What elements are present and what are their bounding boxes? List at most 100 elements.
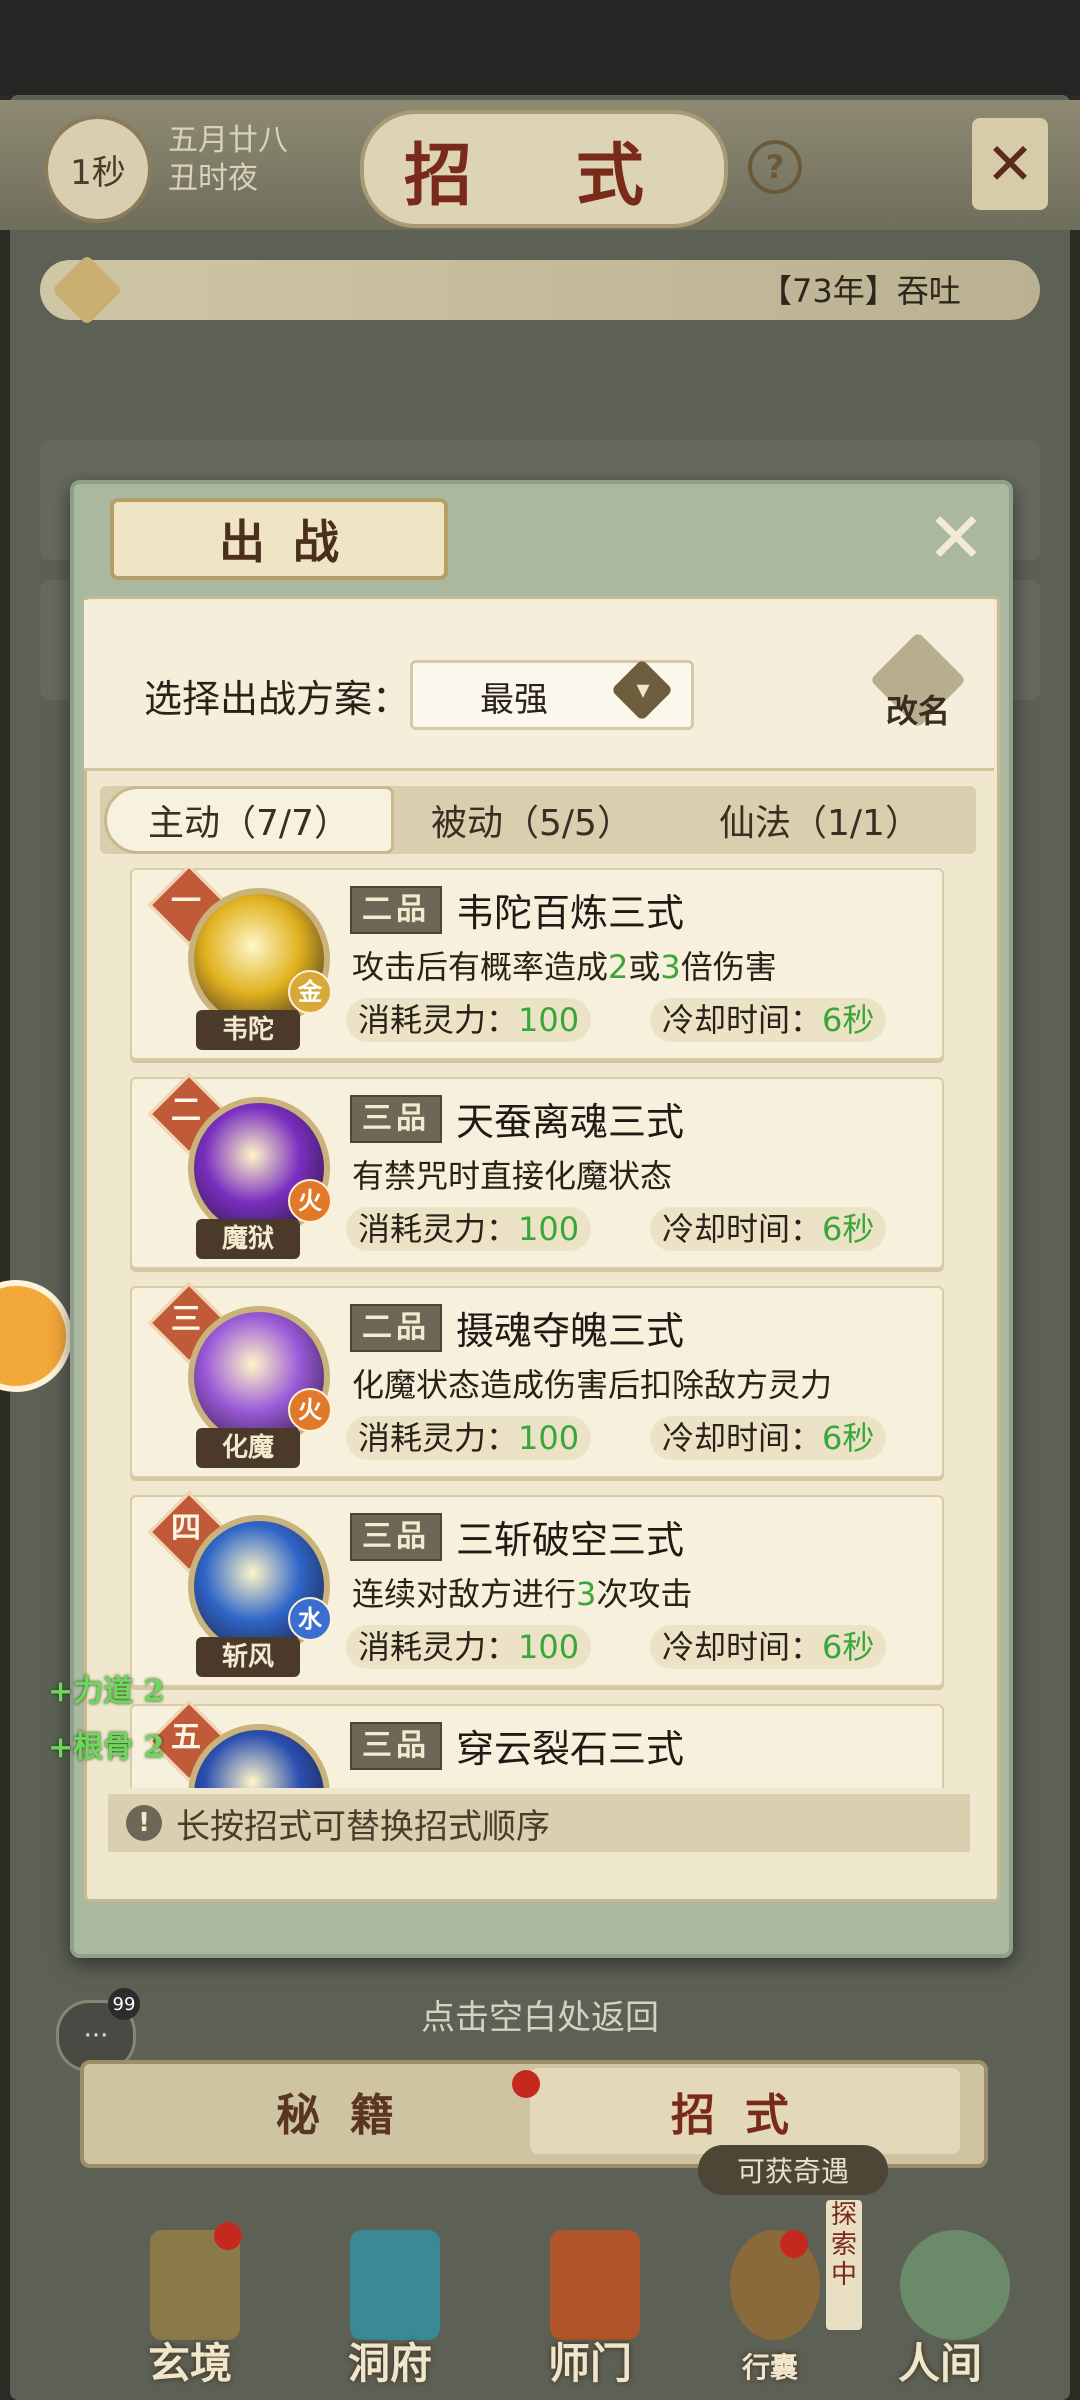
skill-icon-label: 化魔 — [196, 1428, 300, 1468]
hint-text: 长按招式可替换招式顺序 — [176, 1806, 550, 1847]
page-title: 招 式 — [360, 110, 728, 228]
buff-strength: +力道 2 — [48, 1674, 165, 1709]
mana-cost-label: 消耗灵力： — [358, 1628, 519, 1666]
mana-cost-value: 100 — [518, 1001, 580, 1039]
notice-text: 【73年】吞吐 — [760, 272, 961, 310]
description-number: 2 — [608, 948, 629, 986]
nav-item-renjian[interactable]: 人间 — [860, 2210, 1020, 2400]
mana-cost: 消耗灵力：100 — [346, 1207, 592, 1251]
modal-close-button[interactable]: ✕ — [918, 497, 994, 579]
element-badge: 水 — [288, 1597, 332, 1641]
skill-card[interactable]: 二魔狱火三品 天蚕离魂三式 有禁咒时直接化魔状态 消耗灵力：100 冷却时间：6秒 — [130, 1072, 944, 1269]
cooldown: 冷却时间：6秒 — [650, 998, 887, 1042]
cooldown-label: 冷却时间： — [662, 1419, 823, 1457]
status-strip — [0, 0, 1080, 95]
tab-manuals[interactable]: 秘籍 — [135, 2068, 565, 2154]
mana-cost-label: 消耗灵力： — [358, 1419, 519, 1457]
game-date: 五月廿八 丑时夜 — [168, 122, 288, 198]
help-icon[interactable]: ? — [748, 140, 802, 194]
modal-title: 出战 — [110, 498, 448, 580]
skill-description: 攻击后有概率造成2或3倍伤害 — [352, 942, 777, 988]
date-line-2: 丑时夜 — [168, 161, 258, 196]
nav-item-xingnang[interactable]: 行囊 — [690, 2210, 850, 2400]
tab-immortal-arts[interactable]: 仙法（1/1） — [672, 786, 968, 854]
mana-cost-value: 100 — [518, 1210, 580, 1248]
encounter-label: 可获奇遇 — [698, 2145, 888, 2195]
nav-label: 洞府 — [347, 2339, 432, 2388]
tab-techniques[interactable]: 招式 — [530, 2068, 960, 2154]
mana-cost: 消耗灵力：100 — [346, 1416, 592, 1460]
nav-label: 行囊 — [741, 2351, 798, 2384]
description-text: 攻击后有概率造成 — [352, 948, 609, 986]
chevron-down-icon: ▾ — [636, 675, 650, 705]
description-text: 次攻击 — [596, 1575, 693, 1613]
pavilion-icon — [350, 2230, 440, 2340]
skill-name: 天蚕离魂三式 — [456, 1100, 685, 1144]
cooldown-value: 6秒 — [822, 1001, 875, 1039]
tab-active-skills[interactable]: 主动（7/7） — [104, 786, 394, 854]
description-number: 3 — [576, 1575, 597, 1613]
buff-constitution: +根骨 2 — [48, 1730, 165, 1765]
element-badge: 火 — [288, 1179, 332, 1223]
description-text: 倍伤害 — [680, 948, 777, 986]
notification-dot — [780, 2230, 808, 2258]
rename-button[interactable]: 改名 — [872, 640, 964, 732]
skill-icon-label: 魔狱 — [196, 1219, 300, 1259]
plan-selected-value: 最强 — [480, 680, 548, 720]
notification-dot — [512, 2070, 540, 2098]
nav-item-dongfu[interactable]: 洞府 — [310, 2210, 470, 2400]
cooldown: 冷却时间：6秒 — [650, 1207, 887, 1251]
element-badge: 火 — [288, 1388, 332, 1432]
nav-label: 师门 — [547, 2339, 632, 2388]
cooldown: 冷却时间：6秒 — [650, 1625, 887, 1669]
skill-icon-label: 斩风 — [196, 1637, 300, 1677]
mana-cost-label: 消耗灵力： — [358, 1210, 519, 1248]
hint-bar: ! 长按招式可替换招式顺序 — [108, 1794, 970, 1852]
cooldown-label: 冷却时间： — [662, 1210, 823, 1248]
nav-label: 玄境 — [147, 2339, 232, 2388]
plan-label: 选择出战方案： — [144, 677, 411, 721]
nav-item-xuanjing[interactable]: 玄境 — [110, 2210, 270, 2400]
grade-tag: 三品 — [350, 1513, 442, 1561]
close-page-button[interactable]: ✕ — [972, 118, 1048, 210]
grade-tag: 二品 — [350, 886, 442, 934]
skill-name: 韦陀百炼三式 — [456, 891, 685, 935]
description-number: 3 — [660, 948, 681, 986]
skill-description: 连续对敌方进行3次攻击 — [352, 1569, 692, 1615]
cooldown-value: 6秒 — [822, 1210, 875, 1248]
description-text: 或 — [628, 948, 661, 986]
nav-label: 人间 — [897, 2339, 982, 2388]
skill-list: 一韦陀金二品 韦陀百炼三式 攻击后有概率造成2或3倍伤害 消耗灵力：100 冷却时间：6… — [100, 868, 976, 1788]
skill-card[interactable]: 一韦陀金二品 韦陀百炼三式 攻击后有概率造成2或3倍伤害 消耗灵力：100 冷却时间：6… — [130, 868, 944, 1060]
banner-icon — [550, 2230, 640, 2340]
cooldown-label: 冷却时间： — [662, 1001, 823, 1039]
skill-description: 化魔状态造成伤害后扣除敌方灵力 — [352, 1360, 832, 1406]
tab-passive-skills[interactable]: 被动（5/5） — [394, 786, 670, 854]
grade-tag: 二品 — [350, 1304, 442, 1352]
mana-cost-label: 消耗灵力： — [358, 1001, 519, 1039]
info-icon: ! — [126, 1805, 162, 1841]
mana-cost-value: 100 — [518, 1628, 580, 1666]
nav-item-shimen[interactable]: 师门 — [510, 2210, 670, 2400]
world-map-icon — [900, 2230, 1010, 2340]
cooldown-value: 6秒 — [822, 1419, 875, 1457]
mana-cost-value: 100 — [518, 1419, 580, 1457]
mana-cost: 消耗灵力：100 — [346, 1625, 592, 1669]
skill-name: 摄魂夺魄三式 — [456, 1309, 685, 1353]
timer-badge: 1秒 — [44, 115, 152, 223]
skill-card[interactable]: 三化魔火二品 摄魂夺魄三式 化魔状态造成伤害后扣除敌方灵力 消耗灵力：100 冷却时间：… — [130, 1281, 944, 1478]
return-hint[interactable]: 点击空白处返回 — [0, 1990, 1080, 2039]
skill-name: 穿云裂石三式 — [456, 1727, 685, 1771]
date-line-1: 五月廿八 — [168, 123, 288, 158]
notification-dot — [214, 2222, 242, 2250]
skill-card[interactable]: 四斩风水三品 三斩破空三式 连续对敌方进行3次攻击 消耗灵力：100 冷却时间：6秒 — [130, 1490, 944, 1687]
description-text: 连续对敌方进行 — [352, 1575, 577, 1613]
grade-tag: 三品 — [350, 1722, 442, 1770]
cooldown-label: 冷却时间： — [662, 1628, 823, 1666]
skill-name: 三斩破空三式 — [456, 1518, 685, 1562]
skill-icon-label: 韦陀 — [196, 1010, 300, 1050]
cooldown-value: 6秒 — [822, 1628, 875, 1666]
grade-tag: 三品 — [350, 1095, 442, 1143]
description-text: 有禁咒时直接化魔状态 — [352, 1157, 673, 1195]
skill-card[interactable]: 五三品 穿云裂石三式 — [130, 1699, 944, 1788]
